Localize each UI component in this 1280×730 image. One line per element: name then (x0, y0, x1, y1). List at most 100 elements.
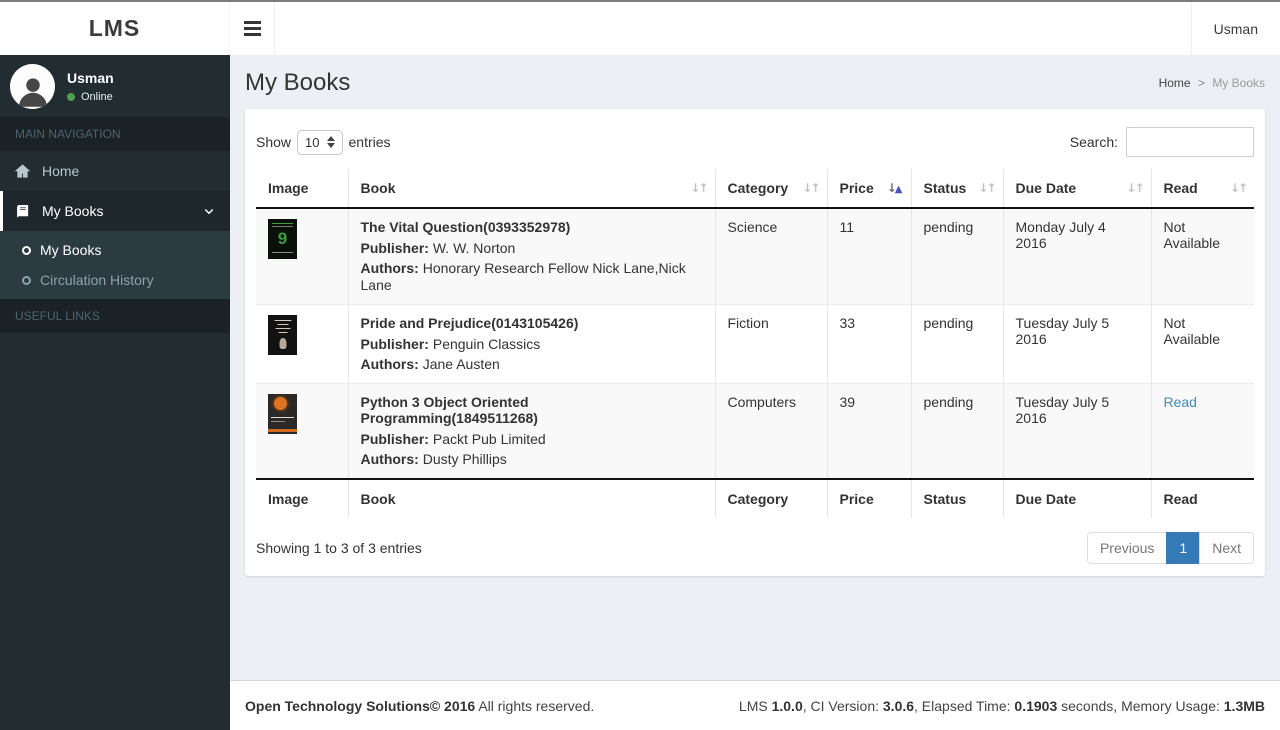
select-stepper-icon (326, 136, 335, 148)
sort-icon: ↓↑ (690, 181, 708, 195)
book-cover-image: 9 (268, 219, 297, 259)
books-table: Image Book ↓↑ Category ↓↑ Price ↓▲ Status ↓↑… (256, 169, 1254, 518)
book-price: 11 (826, 208, 911, 305)
book-status: pending (910, 383, 1003, 479)
main-footer: Open Technology Solutions© 2016 All righ… (230, 680, 1280, 730)
page-title: My Books (245, 69, 351, 96)
entries-per-page-select[interactable]: 10 (297, 129, 343, 155)
column-header-read[interactable]: Read ↓↑ (1150, 169, 1254, 209)
table-bottom-bar: Showing 1 to 3 of 3 entries Previous 1 N… (256, 518, 1254, 564)
search-control: Search: (1070, 127, 1254, 157)
books-panel: Show 10 entries Search: Image Book ↓↑ Cat… (245, 109, 1265, 576)
copyright-text: Open Technology Solutions© 2016 All righ… (245, 697, 595, 714)
read-status: Not Available (1150, 208, 1254, 305)
user-panel: Usman Online (0, 55, 230, 117)
pagination: Previous 1 Next (1086, 532, 1254, 564)
user-menu[interactable]: Usman (1190, 2, 1280, 55)
footer-column-read: Read (1150, 478, 1254, 518)
my-books-submenu: My Books Circulation History (0, 231, 230, 299)
book-category: Science (714, 208, 827, 305)
read-status: Not Available (1150, 304, 1254, 384)
avatar (10, 63, 55, 109)
breadcrumb: Home > My Books (1159, 76, 1265, 90)
sidebar-subitem-circulation-history[interactable]: Circulation History (0, 265, 230, 295)
online-label: Online (81, 90, 113, 103)
book-cover-image (268, 394, 297, 434)
hamburger-icon (243, 21, 261, 24)
column-header-due-date[interactable]: Due Date ↓↑ (1002, 169, 1151, 209)
sidebar-item-label: My Books (42, 203, 104, 219)
book-cover-image (268, 315, 297, 355)
entries-per-page-value: 10 (305, 134, 320, 150)
breadcrumb-separator: > (1197, 76, 1205, 90)
footer-column-price: Price (826, 478, 911, 518)
column-header-book[interactable]: Book ↓↑ (347, 169, 715, 209)
sidebar-subitem-label: My Books (40, 242, 102, 258)
book-category: Computers (714, 383, 827, 479)
book-authors: Jane Austen (422, 356, 500, 372)
column-header-price[interactable]: Price ↓▲ (826, 169, 911, 209)
book-price: 39 (826, 383, 911, 479)
sort-icon: ↓↑ (1126, 181, 1144, 195)
column-header-category[interactable]: Category ↓↑ (714, 169, 827, 209)
book-due-date: Tuesday July 5 2016 (1002, 383, 1151, 479)
book-authors: Dusty Phillips (422, 451, 507, 467)
sidebar-toggle-button[interactable] (230, 2, 275, 55)
entries-label: entries (348, 134, 391, 150)
sidebar-section-main-navigation: MAIN NAVIGATION (0, 117, 230, 151)
sidebar-item-home[interactable]: Home (0, 151, 230, 191)
footer-column-status: Status (910, 478, 1003, 518)
sidebar-subitem-my-books[interactable]: My Books (0, 235, 230, 265)
book-title: Pride and Prejudice(0143105426) (360, 315, 579, 331)
entries-info: Showing 1 to 3 of 3 entries (256, 540, 422, 556)
breadcrumb-home-link[interactable]: Home (1159, 76, 1191, 90)
footer-column-due-date: Due Date (1002, 478, 1151, 518)
sidebar-item-label: Home (42, 163, 80, 179)
book-price: 33 (826, 304, 911, 384)
sort-icon: ↓↑ (1229, 181, 1248, 195)
table-header-row: Image Book ↓↑ Category ↓↑ Price ↓▲ Status ↓↑… (256, 169, 1254, 209)
book-status: pending (910, 304, 1003, 384)
book-icon (15, 204, 35, 219)
user-menu-label: Usman (1213, 20, 1258, 37)
search-input[interactable] (1126, 127, 1254, 157)
sidebar: Usman Online MAIN NAVIGATION Home My Boo… (0, 55, 230, 730)
book-title: The Vital Question(0393352978) (360, 219, 571, 235)
person-icon (18, 77, 47, 107)
book-publisher: W. W. Norton (432, 240, 516, 256)
content-header: My Books Home > My Books (230, 55, 1280, 109)
book-due-date: Monday July 4 2016 (1002, 208, 1151, 305)
sort-icon: ↓↑ (978, 181, 996, 195)
column-header-image: Image (256, 169, 348, 209)
sidebar-subitem-label: Circulation History (40, 272, 154, 288)
pagination-next-button[interactable]: Next (1199, 532, 1254, 564)
app-logo[interactable]: LMS (0, 2, 230, 55)
online-dot-icon (67, 92, 75, 101)
table-row: Pride and Prejudice(0143105426) Publishe… (256, 304, 1254, 384)
home-icon (15, 163, 35, 179)
sidebar-user-name: Usman (67, 69, 114, 86)
footer-column-book: Book (347, 478, 715, 518)
pagination-previous-button[interactable]: Previous (1086, 532, 1168, 564)
sort-icon: ↓↑ (802, 181, 820, 195)
footer-column-category: Category (714, 478, 827, 518)
circle-o-icon (22, 245, 31, 255)
content-wrapper: My Books Home > My Books Show 10 entries… (230, 55, 1280, 680)
table-row: 9 The Vital Question(0393352978) Publish… (256, 208, 1254, 305)
book-publisher: Penguin Classics (432, 336, 541, 352)
table-footer-row: Image Book Category Price Status Due Dat… (256, 478, 1254, 518)
book-due-date: Tuesday July 5 2016 (1002, 304, 1151, 384)
book-publisher: Packt Pub Limited (432, 431, 546, 447)
column-header-status[interactable]: Status ↓↑ (910, 169, 1003, 209)
sidebar-section-useful-links: USEFUL LINKS (0, 299, 230, 333)
user-status[interactable]: Online (67, 91, 114, 103)
show-label: Show (256, 134, 292, 150)
version-info: LMS 1.0.0, CI Version: 3.0.6, Elapsed Ti… (738, 697, 1265, 714)
search-label: Search: (1069, 134, 1118, 150)
book-category: Fiction (714, 304, 827, 384)
read-link[interactable]: Read (1164, 394, 1197, 410)
pagination-page-1-button[interactable]: 1 (1166, 532, 1201, 564)
main-header: LMS Usman (0, 2, 1280, 55)
sidebar-item-my-books[interactable]: My Books (0, 191, 230, 231)
table-row: Python 3 Object Oriented Programming(184… (256, 383, 1254, 479)
